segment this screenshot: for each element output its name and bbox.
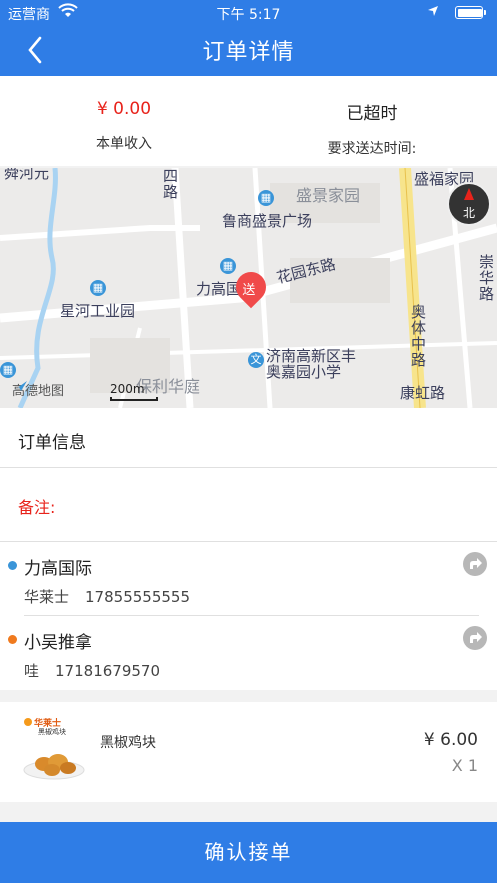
page-title: 订单详情 <box>202 40 295 65</box>
product-thumbnail: 华莱士 黑椒鸡块 <box>18 716 88 784</box>
compass-label: 北 <box>462 206 475 220</box>
status-bar: 运营商 下午 5:17 <box>0 0 497 24</box>
pin-label: 送 <box>242 282 256 298</box>
order-summary: ¥ 0.00 本单收入 已超时 要求送达时间: <box>0 76 497 166</box>
compass-needle <box>464 188 474 200</box>
map-label-aojia: 奥嘉园小学 <box>266 363 342 381</box>
pickup-contact: 华莱士 17855555555 <box>24 586 190 607</box>
map-scale-label: 200m <box>110 382 145 396</box>
goods-item: 华莱士 黑椒鸡块 黑椒鸡块 ¥ 6.00 X 1 <box>0 702 497 802</box>
map-label-xinghe: 星河工业园 <box>60 302 136 320</box>
dropoff-name: 小吴推拿 <box>24 633 92 653</box>
navigate-arrow-icon[interactable] <box>463 552 487 576</box>
pickup-name: 力高国际 <box>24 559 92 579</box>
battery-icon <box>455 6 486 19</box>
battery-fill <box>457 8 483 17</box>
top-bar: 运营商 下午 5:17 订单详情 <box>0 0 497 76</box>
dropoff-contact-name: 哇 <box>24 662 40 680</box>
dropoff-dot <box>8 635 17 644</box>
deadline-label: 要求送达时间: <box>327 141 417 157</box>
location-arrow-icon <box>427 5 439 21</box>
delivery-map[interactable]: 舜河元 四路 盛景家园 盛福家园 ▦ 鲁商盛景广场 ▦ 力高国际 花园东路 ▦ … <box>0 168 497 408</box>
poi-building-icon: ▦ <box>0 362 16 378</box>
map-label-baoli: 保利华庭 <box>136 377 201 396</box>
map-scale-bar <box>110 397 158 401</box>
pickup-phone[interactable]: 17855555555 <box>85 588 190 606</box>
remark-label: 备注: <box>18 498 56 517</box>
pickup-contact-name: 华莱士 <box>24 588 70 606</box>
deadline-block: 已超时 要求送达时间: <box>248 76 496 166</box>
compass-icon[interactable]: 北 <box>447 182 491 226</box>
map-label-top-left: 舜河元 <box>4 168 50 182</box>
product-quantity: X 1 <box>451 756 478 775</box>
product-price: ¥ 6.00 <box>423 730 478 750</box>
income-value: ¥ 0.00 <box>96 99 152 119</box>
poi-building-icon: ▦ <box>258 190 274 206</box>
dropoff-contact: 哇 17181679570 <box>24 660 160 681</box>
map-logo: 高德地图 <box>12 380 64 399</box>
map-logo-icon <box>13 381 27 391</box>
dropoff-phone[interactable]: 17181679570 <box>55 662 160 680</box>
product-name: 黑椒鸡块 <box>100 735 156 751</box>
income-label: 本单收入 <box>96 136 152 152</box>
navigate-arrow-icon[interactable] <box>463 626 487 650</box>
map-label-kanghong: 康虹路 <box>400 384 446 402</box>
remark-row: 备注: <box>0 468 497 542</box>
pickup-dot <box>8 561 17 570</box>
product-thumb-caption: 黑椒鸡块 <box>38 728 66 736</box>
confirm-order-button[interactable]: 确认接单 <box>0 822 497 883</box>
poi-building-icon: ▦ <box>90 280 106 296</box>
pickup-row[interactable]: 力高国际 华莱士 17855555555 <box>0 542 497 616</box>
map-label-si-road: 四路 <box>161 168 179 200</box>
poi-school-icon: 文 <box>248 352 264 368</box>
address-list: 力高国际 华莱士 17855555555 小吴推拿 哇 17181679570 <box>0 542 497 690</box>
map-label-shengjing: 盛景家园 <box>296 186 361 205</box>
map-label-chonghua: 崇华路 <box>477 254 495 302</box>
order-info-title: 订单信息 <box>18 433 86 453</box>
status-value: 已超时 <box>346 104 398 124</box>
income-block: ¥ 0.00 本单收入 <box>0 76 248 166</box>
clock: 下午 5:17 <box>216 7 281 23</box>
map-label-aoti: 奥体中路 <box>409 304 427 368</box>
map-label-lushang: 鲁商盛景广场 <box>222 212 313 230</box>
order-info-header: 订单信息 <box>0 408 497 468</box>
poi-building-icon: ▦ <box>220 258 236 274</box>
dropoff-row[interactable]: 小吴推拿 哇 17181679570 <box>0 616 497 690</box>
